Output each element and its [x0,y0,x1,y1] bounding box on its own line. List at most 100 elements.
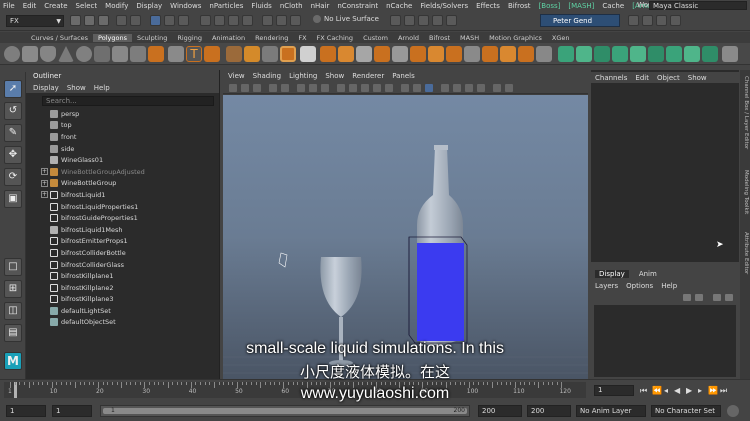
paint-select-tool-icon[interactable]: ✎ [4,124,22,142]
menu-windows[interactable]: Windows [170,2,201,10]
mirror-icon[interactable] [262,46,278,62]
anim-layer-dropdown[interactable]: No Anim Layer [576,405,646,417]
poke-icon[interactable] [536,46,552,62]
resolution-gate-icon[interactable] [309,84,317,92]
snap-view-icon[interactable] [242,15,253,26]
render-settings-icon[interactable] [418,15,429,26]
channel-box-icon[interactable] [670,15,681,26]
outliner-item[interactable]: bifrostLiquidProperties1 [26,201,219,213]
outliner-item[interactable]: defaultLightSet [26,305,219,317]
camera-select-icon[interactable] [229,84,237,92]
range-slider[interactable]: 1 200 [100,405,470,417]
platonic-solid-icon[interactable] [130,46,146,62]
snap-point-icon[interactable] [228,15,239,26]
live-surface-indicator[interactable]: No Live Surface [313,15,379,23]
layer-menu-options[interactable]: Options [626,282,653,290]
viewport-menu-show[interactable]: Show [325,72,344,80]
viewport-menu-renderer[interactable]: Renderer [352,72,384,80]
scene-end-field[interactable]: 200 [527,405,571,417]
outliner-item[interactable]: bifrostEmitterProps1 [26,236,219,248]
poly-cube-icon[interactable] [22,46,38,62]
outliner-search-input[interactable]: Search... [42,96,214,106]
hypershade-icon[interactable] [432,15,443,26]
menu-modify[interactable]: Modify [105,2,128,10]
menu-display[interactable]: Display [136,2,162,10]
unfold-uv-icon[interactable] [684,46,700,62]
symmetry-icon[interactable] [390,15,401,26]
automatic-mapping-icon[interactable] [630,46,646,62]
shelf-tab-bifrost[interactable]: Bifrost [424,34,455,42]
merge-icon[interactable] [464,46,480,62]
smooth-shade-icon[interactable] [349,84,357,92]
menu-boss[interactable]: [Boss] [539,2,561,10]
snap-grid-icon[interactable] [200,15,211,26]
open-scene-icon[interactable] [84,15,95,26]
sew-uv-icon[interactable] [666,46,682,62]
shelf-tab-sculpting[interactable]: Sculpting [132,34,172,42]
user-account-button[interactable]: Peter Gend [540,14,620,27]
four-view-layout-icon[interactable]: ⊞ [4,280,22,298]
select-object-icon[interactable] [164,15,175,26]
shelf-tab-mash[interactable]: MASH [455,34,484,42]
shelf-tab-motion-graphics[interactable]: Motion Graphics [484,34,547,42]
menu-nconstraint[interactable]: nConstraint [337,2,378,10]
cut-uv-icon[interactable] [648,46,664,62]
menu-ncache[interactable]: nCache [386,2,412,10]
multi-cut-icon[interactable] [410,46,426,62]
menu-fluids[interactable]: Fluids [251,2,271,10]
menu-nparticles[interactable]: nParticles [209,2,243,10]
image-plane-icon[interactable] [269,84,277,92]
outliner-item[interactable]: bifrostKillplane3 [26,294,219,306]
outliner-item[interactable]: + WineBottleGroupAdjusted [26,166,219,178]
super-shape-icon[interactable] [148,46,164,62]
new-layer-selected-icon[interactable] [725,294,733,301]
channel-menu-object[interactable]: Object [657,74,680,82]
layer-menu-help[interactable]: Help [661,282,677,290]
camera-attributes-icon[interactable] [241,84,249,92]
menu-set-dropdown[interactable]: FX ▼ [6,15,64,27]
outliner-item[interactable]: + WineBottleGroup [26,178,219,190]
outliner-item[interactable]: side [26,143,219,155]
snap-curve-icon[interactable] [214,15,225,26]
auto-key-icon[interactable] [727,405,739,417]
isolate-select-icon[interactable] [425,84,433,92]
use-lights-icon[interactable] [385,84,393,92]
scale-tool-icon[interactable]: ▣ [4,190,22,208]
shelf-tab-fx[interactable]: FX [293,34,311,42]
move-tool-icon[interactable]: ✥ [4,146,22,164]
poly-sphere-icon[interactable] [4,46,20,62]
move-layer-up-icon[interactable] [683,294,691,301]
render-frame-icon[interactable] [276,15,287,26]
menu-fields-solvers[interactable]: Fields/Solvers [420,2,468,10]
shelf-tab-rendering[interactable]: Rendering [250,34,293,42]
shelf-tab-polygons[interactable]: Polygons [93,33,132,42]
side-tab-modeling-toolkit[interactable]: Modeling Toolkit [741,170,749,214]
layout-uv-icon[interactable] [702,46,718,62]
menu-select[interactable]: Select [76,2,98,10]
perspective-viewport[interactable]: View Shading Lighting Show Renderer Panels [223,70,588,379]
outliner-item[interactable]: WineGlass01 [26,154,219,166]
attribute-editor-icon[interactable] [642,15,653,26]
viewport-menu-panels[interactable]: Panels [392,72,415,80]
outliner-item[interactable]: top [26,120,219,132]
collapse-icon[interactable] [482,46,498,62]
redo-icon[interactable] [130,15,141,26]
layer-tab-display[interactable]: Display [595,269,629,278]
textured-icon[interactable] [373,84,381,92]
spherical-mapping-icon[interactable] [612,46,628,62]
viewport-scene[interactable] [223,95,588,379]
outliner-item[interactable]: bifrostColliderGlass [26,259,219,271]
workspace-dropdown[interactable]: Maya Classic [649,1,747,10]
uv-editor-icon[interactable] [558,46,574,62]
outliner-menu-display[interactable]: Display [33,84,59,92]
shelf-tab-fx-caching[interactable]: FX Caching [312,34,359,42]
wireframe-icon[interactable] [337,84,345,92]
viewport-menu-shading[interactable]: Shading [253,72,281,80]
menu-file[interactable]: File [3,2,15,10]
playback-end-field[interactable]: 200 [478,405,522,417]
render-view-icon[interactable] [446,15,457,26]
channel-menu-channels[interactable]: Channels [595,74,627,82]
killplane-curve[interactable] [278,252,288,268]
bevel-icon[interactable] [356,46,372,62]
expand-icon[interactable]: + [41,179,48,187]
